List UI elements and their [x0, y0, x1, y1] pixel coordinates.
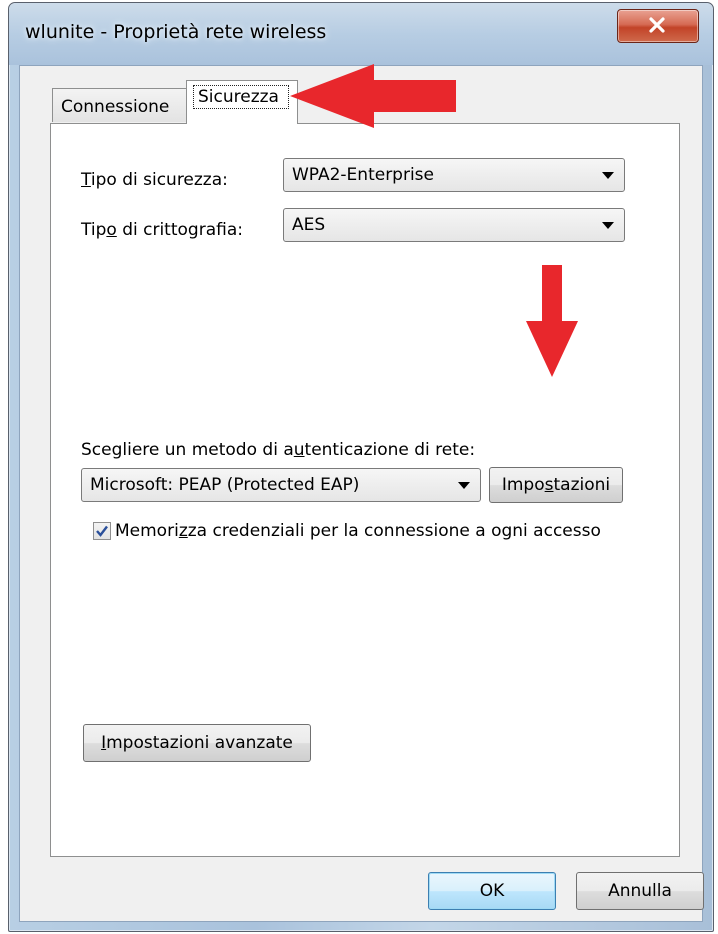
security-type-label: Tipo di sicurezza: [81, 170, 228, 190]
close-x-icon [649, 17, 665, 33]
tab-sicurezza[interactable]: Sicurezza [186, 80, 298, 124]
tab-sicurezza-label: Sicurezza [193, 85, 289, 109]
encryption-type-dropdown[interactable]: AES [283, 208, 625, 242]
dialog-body: Connessione Sicurezza Tipo di sicurezza:… [19, 65, 704, 922]
remember-credentials-label[interactable]: Memorizza credenziali per la connessione… [115, 520, 605, 543]
encryption-type-label: Tipo di crittografia: [81, 220, 243, 240]
close-button[interactable] [617, 9, 699, 43]
ok-button[interactable]: OK [428, 872, 556, 910]
dropdown-arrow-icon [602, 172, 614, 179]
auth-method-value: Microsoft: PEAP (Protected EAP) [90, 475, 360, 495]
dropdown-arrow-icon [602, 222, 614, 229]
auth-method-dropdown[interactable]: Microsoft: PEAP (Protected EAP) [81, 468, 481, 502]
auth-settings-button[interactable]: Impostazioni [489, 467, 623, 503]
checkmark-icon [96, 525, 108, 537]
annotation-arrow-down-icon [526, 265, 578, 377]
dialog-window: wlunite - Proprietà rete wireless Connes… [8, 2, 714, 932]
dropdown-arrow-icon [458, 482, 470, 489]
tab-connessione-label: Connessione [61, 97, 170, 117]
tab-connessione[interactable]: Connessione [52, 88, 188, 122]
annotation-arrow-left-icon [290, 64, 456, 128]
security-type-value: WPA2-Enterprise [292, 165, 435, 185]
security-type-dropdown[interactable]: WPA2-Enterprise [283, 158, 625, 192]
auth-method-label: Scegliere un metodo di autenticazione di… [81, 440, 476, 460]
cancel-button[interactable]: Annulla [576, 872, 704, 910]
encryption-type-value: AES [292, 215, 326, 235]
window-title: wlunite - Proprietà rete wireless [25, 21, 327, 43]
title-bar[interactable]: wlunite - Proprietà rete wireless [9, 3, 713, 65]
security-tab-panel: Tipo di sicurezza: WPA2-Enterprise Tipo … [50, 123, 680, 857]
remember-credentials-checkbox[interactable] [93, 522, 111, 540]
advanced-settings-button[interactable]: Impostazioni avanzate [83, 724, 311, 762]
